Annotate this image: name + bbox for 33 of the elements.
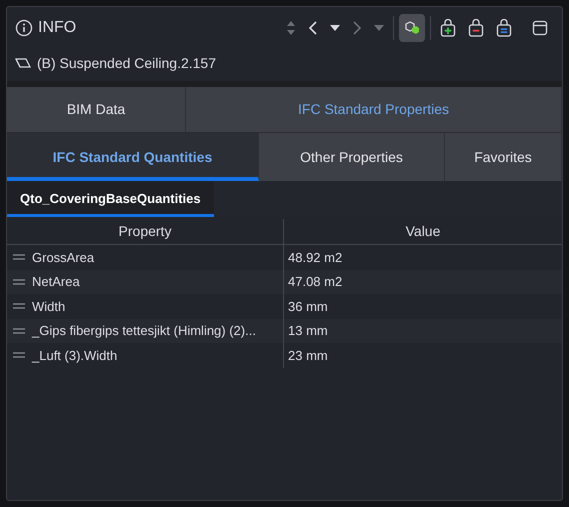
panel-title: INFO — [38, 18, 76, 38]
drag-handle-icon[interactable] — [13, 303, 25, 310]
drag-handle-icon[interactable] — [13, 352, 25, 358]
caret-down-icon — [374, 24, 384, 32]
property-value: 36 mm — [288, 298, 328, 316]
sort-arrows-icon — [286, 20, 296, 36]
property-name: _Gips fibergips tettesjikt (Himling) (2)... — [32, 322, 256, 340]
property-value: 13 mm — [288, 322, 328, 340]
window-icon — [532, 20, 548, 36]
property-name: GrossArea — [32, 248, 94, 266]
property-value: 48.92 m2 — [288, 248, 342, 266]
property-value: 23 mm — [288, 346, 328, 364]
column-header: Value — [404, 222, 442, 241]
tab[interactable]: Qto_CoveringBaseQuantities — [7, 181, 214, 217]
chevron-right-icon — [352, 20, 362, 36]
ceiling-icon — [15, 57, 31, 69]
chevron-left-icon — [308, 20, 318, 36]
drag-handle-icon[interactable] — [13, 254, 25, 260]
cube-icon — [404, 21, 420, 35]
cube-toggle-button[interactable] — [399, 14, 425, 42]
caret-down-icon — [330, 24, 340, 32]
info-icon — [15, 19, 33, 37]
property-value: 47.08 m2 — [288, 273, 342, 291]
drag-handle-icon[interactable] — [13, 278, 25, 285]
column-header: Property — [7, 219, 284, 244]
drag-handle-icon[interactable] — [13, 328, 25, 334]
property-name: NetArea — [32, 273, 80, 291]
element-name: (B) Suspended Ceiling.2.157 — [37, 54, 216, 73]
tab[interactable]: BIM Data — [7, 87, 186, 132]
property-name: Width — [32, 298, 66, 316]
tab[interactable]: IFC Standard Quantities — [7, 133, 259, 181]
property-name: _Luft (3).Width — [32, 346, 118, 365]
tab[interactable]: IFC Standard Properties — [186, 87, 562, 132]
